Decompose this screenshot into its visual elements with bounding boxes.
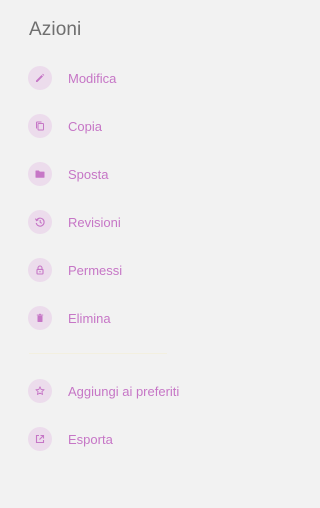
menu-item-permessi[interactable]: Permessi [28, 258, 122, 282]
copy-icon [28, 114, 52, 138]
menu-item-label: Elimina [68, 310, 111, 326]
menu-item-label: Esporta [68, 431, 113, 447]
history-icon [28, 210, 52, 234]
menu-item-label: Permessi [68, 262, 123, 278]
menu-item-label: Copia [68, 118, 102, 134]
menu-item-label: Sposta [68, 166, 109, 182]
menu-item-aggiungi-ai-preferiti[interactable]: Aggiungi ai preferiti [28, 379, 179, 403]
menu-item-copia[interactable]: Copia [28, 114, 102, 138]
menu-item-label: Aggiungi ai preferiti [68, 383, 180, 399]
menu-item-modifica[interactable]: Modifica [28, 66, 116, 90]
pencil-icon [28, 66, 52, 90]
lock-icon [28, 258, 52, 282]
panel-title: Azioni [29, 19, 82, 40]
menu-item-elimina[interactable]: Elimina [28, 306, 111, 330]
actions-panel: Azioni Modifica Copia Sposta Revisioni P… [0, 0, 283, 508]
menu-divider [29, 353, 167, 354]
menu-item-sposta[interactable]: Sposta [28, 162, 108, 186]
star-icon [28, 379, 52, 403]
trash-icon [28, 306, 52, 330]
folder-icon [28, 162, 52, 186]
external-link-icon [28, 427, 52, 451]
menu-item-label: Modifica [68, 70, 117, 86]
menu-item-esporta[interactable]: Esporta [28, 427, 113, 451]
menu-item-revisioni[interactable]: Revisioni [28, 210, 121, 234]
menu-item-label: Revisioni [68, 214, 121, 230]
